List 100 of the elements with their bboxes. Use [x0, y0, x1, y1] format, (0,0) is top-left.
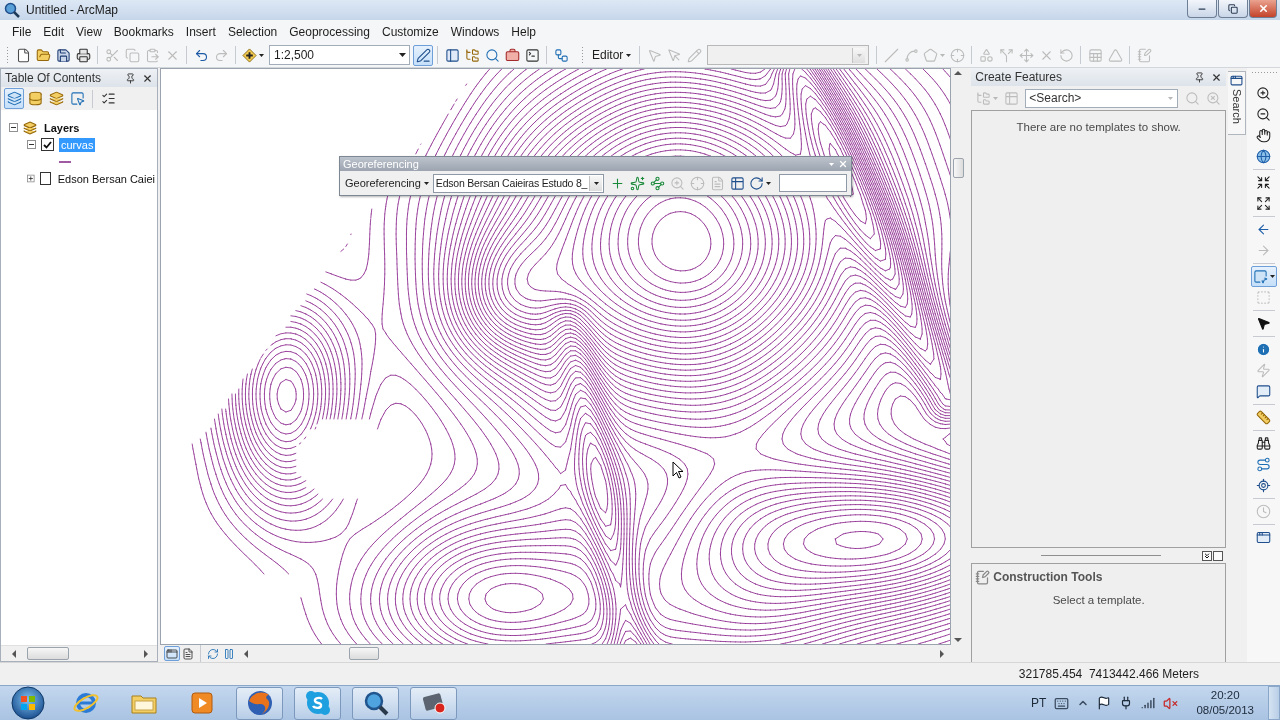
printer-icon	[75, 47, 91, 63]
table-icon	[729, 175, 745, 191]
mouse-pointer-icon	[672, 461, 684, 479]
expand-icon[interactable]	[27, 174, 35, 183]
scroll-right-icon[interactable]	[939, 649, 946, 658]
pin-icon[interactable]	[125, 72, 136, 84]
scroll-right-icon[interactable]	[143, 649, 149, 658]
pin-icon[interactable]	[1194, 71, 1206, 83]
close-icon[interactable]	[1211, 71, 1223, 83]
clipboard-icon	[144, 47, 160, 63]
dashed-square-icon	[1256, 290, 1271, 305]
language-indicator[interactable]: PT	[1031, 696, 1047, 710]
editor-toolbar-button[interactable]	[413, 44, 433, 66]
clock-time[interactable]: 20:20	[1210, 688, 1240, 703]
scroll-up-icon[interactable]	[954, 70, 963, 76]
scale-combo[interactable]: 1:2,500	[269, 45, 410, 65]
menu-item[interactable]: Selection	[221, 21, 284, 42]
toolbar-title: Georeferencing	[343, 158, 420, 170]
window-icon	[166, 647, 178, 660]
menu-item[interactable]: Windows	[444, 21, 506, 42]
menu-item[interactable]: File	[6, 21, 38, 42]
layout-view-button[interactable]	[180, 646, 196, 661]
pointer-icon	[646, 47, 662, 63]
caret-icon	[626, 53, 632, 57]
pointer-square-icon	[69, 91, 85, 106]
layer-combo[interactable]: Edson Bersan Caieiras Estudo 8_	[432, 173, 605, 193]
speech-bubble-icon	[1256, 384, 1271, 399]
scroll-down-icon[interactable]	[954, 637, 963, 643]
rotate-icon	[1058, 47, 1074, 63]
panel-icon	[444, 47, 460, 63]
muted-speaker-icon[interactable]	[1163, 695, 1179, 711]
close-icon[interactable]	[142, 72, 153, 84]
horizontal-scrollbar[interactable]	[1, 645, 157, 661]
search-side-tab[interactable]: Search	[1228, 71, 1247, 135]
taskbar-button[interactable]	[236, 686, 283, 720]
menu-item[interactable]: Edit	[37, 21, 71, 42]
empty-list-message: There are no templates to show.	[1016, 121, 1181, 133]
layer-group-name[interactable]: Layers	[42, 120, 82, 135]
panel-title: Table Of Contents	[5, 71, 103, 85]
binoculars-icon	[1256, 436, 1271, 451]
minimize-button[interactable]	[1187, 0, 1217, 18]
magnifier-icon	[4, 2, 20, 18]
panel-toggle-button[interactable]	[1213, 550, 1224, 561]
dropdown-arrow-icon	[399, 53, 406, 57]
close-button[interactable]	[1249, 0, 1277, 18]
undo-arrow-icon	[193, 47, 209, 63]
zoom-in-icon	[669, 175, 685, 191]
target-icon	[1256, 478, 1271, 493]
data-view-button[interactable]	[164, 646, 180, 661]
grip-icon[interactable]	[581, 46, 584, 64]
combo-arrow-button[interactable]	[589, 175, 603, 191]
taskbar-button[interactable]	[352, 686, 399, 720]
arrows-inward-icon	[1256, 175, 1271, 190]
four-arrows-icon	[1018, 47, 1034, 63]
layers-icon	[48, 91, 64, 106]
restore-icon	[1228, 3, 1238, 14]
grip-icon[interactable]	[6, 46, 9, 64]
list-by-drawing-order-button[interactable]	[4, 88, 24, 109]
editor-menu[interactable]: Editor	[588, 44, 636, 66]
briefcase-icon	[504, 47, 520, 63]
input-field[interactable]	[779, 174, 848, 192]
scroll-thumb[interactable]	[27, 647, 69, 660]
folder-tree-icon	[976, 90, 992, 106]
signal-icon[interactable]	[1141, 696, 1156, 710]
georeferencing-menu[interactable]: Georeferencing	[342, 172, 432, 194]
clock-date[interactable]: 08/05/2013	[1196, 703, 1254, 718]
refresh-button[interactable]	[205, 646, 221, 661]
collapse-button[interactable]	[1202, 550, 1213, 561]
flag-icon[interactable]	[1097, 696, 1112, 710]
restore-button[interactable]	[1218, 0, 1248, 18]
keyboard-icon[interactable]	[1054, 695, 1070, 711]
scroll-thumb[interactable]	[349, 647, 379, 660]
crosshair-icon	[949, 47, 965, 63]
menu-item[interactable]: Geoprocessing	[283, 21, 376, 42]
scroll-left-icon[interactable]	[11, 649, 17, 658]
scroll-left-icon[interactable]	[243, 649, 249, 658]
menu-item[interactable]: Insert	[179, 21, 222, 42]
triangle-icon	[1107, 47, 1123, 63]
collapse-icon[interactable]	[27, 140, 36, 149]
pointer-icon	[666, 47, 682, 63]
layer-name[interactable]: Edson Bersan Caiei	[55, 171, 157, 186]
menu-item[interactable]: Help	[505, 21, 543, 42]
layer-checkbox[interactable]	[39, 172, 51, 185]
window-icon	[1230, 74, 1244, 87]
menu-item[interactable]: View	[70, 21, 108, 42]
globe-icon	[245, 689, 274, 717]
open-folder-icon	[35, 47, 51, 63]
scissors-icon	[104, 47, 120, 63]
double-chevron-icon	[1203, 551, 1212, 560]
select-features-button[interactable]	[1250, 266, 1277, 287]
collapse-icon[interactable]	[9, 123, 18, 132]
menu-item[interactable]: Customize	[375, 21, 445, 42]
layer-checkbox[interactable]	[41, 138, 54, 151]
menu-item[interactable]: Bookmarks	[107, 21, 180, 42]
zoom-in-icon	[1256, 86, 1271, 101]
hand-icon	[1256, 128, 1271, 143]
grip-icon[interactable]	[1250, 71, 1277, 74]
scroll-thumb[interactable]	[952, 158, 964, 178]
rotate-icon	[749, 175, 765, 191]
taskbar-button[interactable]	[410, 686, 457, 720]
